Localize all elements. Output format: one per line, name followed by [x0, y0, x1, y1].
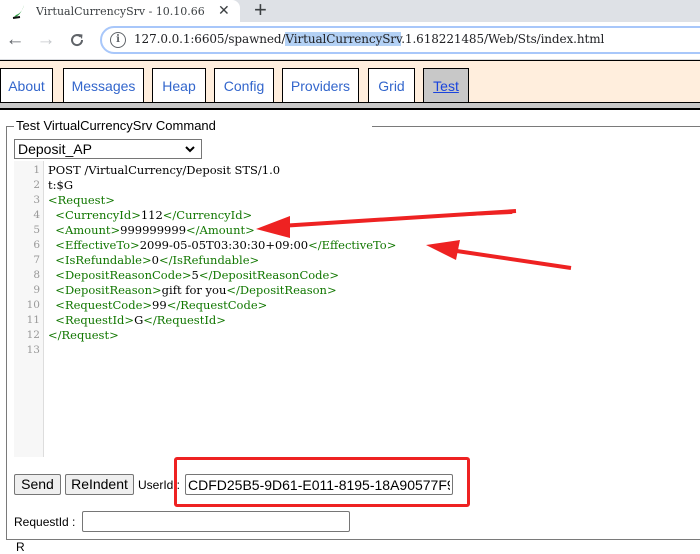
tab-heap[interactable]: Heap — [152, 68, 206, 103]
line-number: 1 — [33, 164, 40, 176]
browser-tab[interactable]: VirtualCurrencySrv - 10.10.66 ✕ — [0, 0, 240, 22]
forward-arrow-icon[interactable]: → — [35, 29, 57, 51]
xml-value: G — [134, 313, 144, 327]
xml-tag: <DepositReason> — [48, 283, 162, 297]
line-number: 12 — [26, 329, 40, 341]
tab-providers[interactable]: Providers — [282, 68, 359, 103]
address-bar[interactable]: i 127.0.0.1:6605/spawned/VirtualCurrency… — [100, 26, 700, 54]
url-text[interactable]: 127.0.0.1:6605/spawned/VirtualCurrencySr… — [134, 32, 604, 46]
line-number: 10 — [26, 299, 40, 311]
code-line: <IsRefundable>0</IsRefundable> — [48, 253, 259, 268]
command-select-value: Deposit_AP — [18, 141, 92, 157]
xml-tag: <RequestId> — [48, 313, 135, 327]
new-tab-icon[interactable]: + — [254, 0, 267, 23]
xml-tag: <RequestCode> — [48, 298, 153, 312]
xml-value: 999999999 — [120, 223, 187, 237]
xml-value: 2099-05-05T03:30:30+09:00 — [139, 238, 309, 252]
leaf-favicon-icon — [12, 3, 28, 19]
xml-value: gift for you — [161, 283, 227, 297]
browser-tabstrip: VirtualCurrencySrv - 10.10.66 ✕ + — [0, 0, 700, 22]
code-line: <DepositReasonCode>5</DepositReasonCode> — [48, 268, 339, 283]
xml-tag: <Request> — [48, 193, 115, 207]
line-number: 3 — [33, 194, 40, 206]
tab-test[interactable]: Test — [423, 68, 469, 103]
line-number: 4 — [33, 209, 40, 221]
line-number: 9 — [33, 284, 40, 296]
code-line: t:$G — [48, 178, 73, 192]
line-number: 8 — [33, 269, 40, 281]
requestid-label: RequestId : — [14, 515, 76, 529]
xml-tag: </IsRefundable> — [158, 253, 260, 267]
request-editor[interactable]: 1 POST /VirtualCurrency/Deposit STS/1.0 2 t… — [14, 161, 700, 457]
userid-input[interactable] — [185, 474, 453, 495]
line-number: 7 — [33, 254, 40, 266]
code-line: POST /VirtualCurrency/Deposit STS/1.0 — [48, 163, 281, 177]
back-arrow-icon[interactable]: ← — [4, 29, 26, 51]
code-line: <Request> — [48, 193, 115, 208]
userid-label: UserId : — [138, 478, 181, 492]
reload-icon[interactable] — [66, 29, 88, 51]
xml-tag: <EffectiveTo> — [48, 238, 140, 252]
xml-tag: <IsRefundable> — [48, 253, 152, 267]
tab-config[interactable]: Config — [214, 68, 274, 103]
code-line: <RequestId>G</RequestId> — [48, 313, 226, 328]
browser-toolbar: ← → i 127.0.0.1:6605/spawned/VirtualCurr… — [0, 22, 700, 60]
nav-tabs-underline — [0, 102, 700, 110]
xml-tag: </DepositReasonCode> — [198, 268, 339, 282]
reindent-button[interactable]: ReIndent — [65, 474, 134, 495]
xml-value: 99 — [152, 298, 167, 312]
xml-tag: </EffectiveTo> — [308, 238, 397, 252]
code-line: <CurrencyId>112</CurrencyId> — [48, 208, 252, 223]
send-button[interactable]: Send — [14, 474, 61, 495]
info-icon[interactable]: i — [110, 32, 126, 48]
legend-gap — [216, 122, 372, 130]
url-suffix: .1.618221485/Web/Sts/index.html — [401, 32, 605, 46]
code-line: <Amount>999999999</Amount> — [48, 223, 255, 238]
xml-tag: </DepositReason> — [226, 283, 337, 297]
xml-tag: </RequestId> — [143, 313, 226, 327]
code-line: </Request> — [48, 328, 119, 343]
code-line: <RequestCode>99</RequestCode> — [48, 298, 267, 313]
xml-value: 0 — [151, 253, 159, 267]
line-number: 5 — [33, 224, 40, 236]
code-line: <EffectiveTo>2099-05-05T03:30:30+09:00</… — [48, 238, 396, 253]
fieldset-legend: Test VirtualCurrencySrv Command — [14, 118, 218, 133]
xml-value: 5 — [191, 268, 199, 282]
xml-value: 112 — [140, 208, 163, 222]
requestid-input[interactable] — [82, 511, 350, 532]
xml-tag: </CurrencyId> — [162, 208, 253, 222]
line-number: 2 — [33, 179, 40, 191]
browser-tab-title: VirtualCurrencySrv - 10.10.66 — [36, 4, 205, 18]
xml-tag: </RequestCode> — [166, 298, 268, 312]
tab-grid[interactable]: Grid — [368, 68, 415, 103]
nav-tabs: About Messages Heap Config Providers Gri… — [0, 60, 700, 104]
line-number: 13 — [26, 344, 40, 356]
code-line: <DepositReason>gift for you</DepositReas… — [48, 283, 337, 298]
command-select[interactable]: Deposit_AP — [14, 139, 202, 159]
xml-tag: <CurrencyId> — [48, 208, 141, 222]
xml-tag: </Request> — [48, 328, 119, 342]
line-number: 11 — [26, 314, 40, 326]
response-label: R — [16, 540, 25, 554]
tab-about[interactable]: About — [0, 68, 53, 103]
xml-tag: <Amount> — [48, 223, 121, 237]
url-prefix: 127.0.0.1:6605/spawned/ — [134, 32, 286, 46]
tab-messages[interactable]: Messages — [63, 68, 144, 103]
url-highlight: VirtualCurrencySrv — [285, 32, 402, 46]
xml-tag: </Amount> — [186, 223, 255, 237]
xml-tag: <DepositReasonCode> — [48, 268, 192, 282]
chevron-down-icon — [185, 140, 195, 160]
line-number: 6 — [33, 239, 40, 251]
close-tab-icon[interactable]: ✕ — [218, 2, 230, 19]
